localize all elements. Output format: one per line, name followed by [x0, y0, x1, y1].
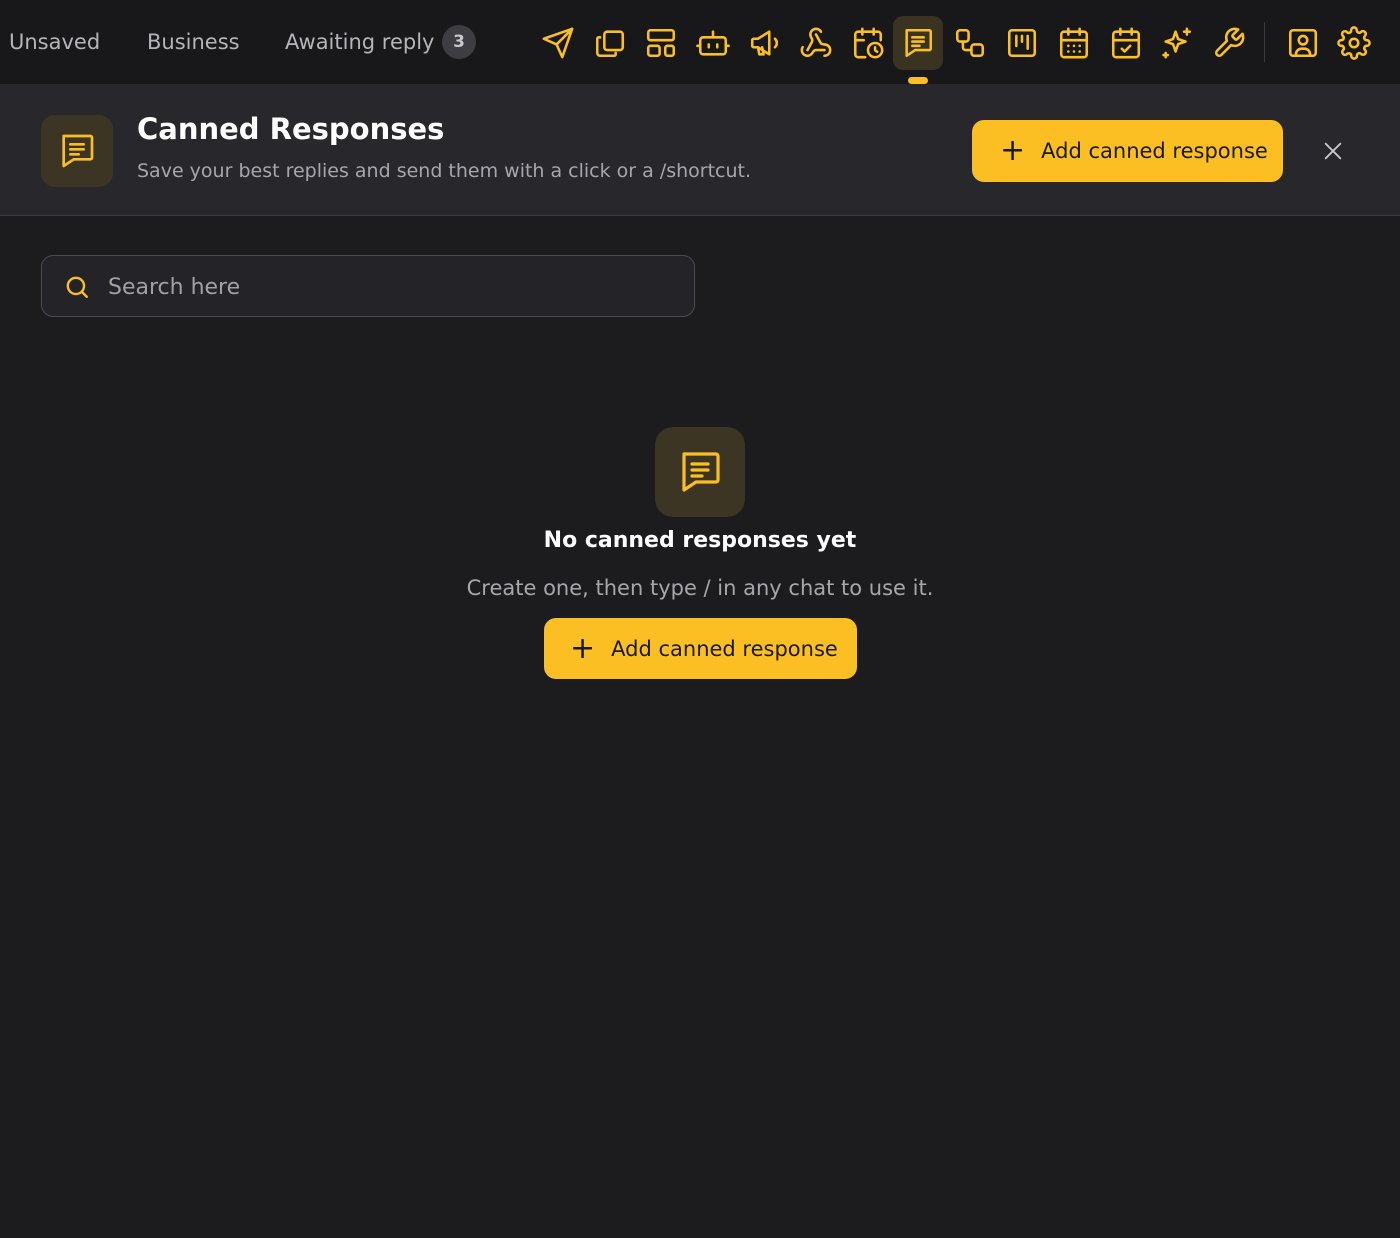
header-icon-tile — [41, 115, 113, 187]
active-tool-indicator — [908, 77, 928, 84]
copy-tool-button[interactable] — [585, 16, 635, 70]
plus-icon: + — [570, 630, 596, 666]
calendar-tool-button[interactable] — [1049, 16, 1099, 70]
contacts-tool-button[interactable] — [1278, 16, 1328, 70]
page-subtitle: Save your best replies and send them wit… — [137, 160, 752, 182]
message-square-text-icon — [905, 28, 933, 58]
ai-tool-button[interactable] — [1152, 16, 1202, 70]
broadcast-tool-button[interactable] — [740, 16, 790, 70]
kanban-icon — [1007, 28, 1037, 58]
close-button[interactable] — [1316, 134, 1350, 168]
empty-state-add-button[interactable]: + Add canned response — [544, 618, 857, 679]
copy-icon — [595, 30, 625, 58]
search-box — [41, 255, 695, 318]
empty-state-add-label: Add canned response — [611, 636, 838, 661]
tasks-tool-button[interactable] — [1101, 16, 1151, 70]
search-input[interactable] — [106, 256, 680, 318]
layout-icon — [646, 28, 676, 58]
send-tool-button[interactable] — [533, 16, 583, 70]
settings-tool-button[interactable] — [1329, 16, 1379, 70]
search-icon — [66, 276, 88, 298]
bot-tool-button[interactable] — [688, 16, 738, 70]
tools-tool-button[interactable] — [1204, 16, 1254, 70]
tab-unsaved[interactable]: Unsaved — [9, 28, 100, 56]
scheduled-tool-button[interactable] — [843, 16, 893, 70]
add-canned-response-label: Add canned response — [1041, 139, 1268, 163]
close-icon — [1324, 142, 1342, 160]
message-square-text-icon — [682, 452, 720, 492]
empty-state-icon-tile — [655, 427, 745, 517]
plus-icon: + — [1000, 133, 1026, 168]
tab-awaiting-reply[interactable]: Awaiting reply — [285, 28, 434, 56]
top-bar: Unsaved Business Awaiting reply 3 — [0, 0, 1400, 84]
calendar-grid-icon — [1059, 27, 1089, 59]
send-icon — [542, 27, 574, 59]
tab-business[interactable]: Business — [147, 28, 240, 56]
add-canned-response-button[interactable]: + Add canned response — [972, 120, 1283, 182]
awaiting-reply-count-badge: 3 — [442, 25, 476, 59]
toolbar-divider — [1264, 22, 1265, 62]
webhook-tool-button[interactable] — [791, 16, 841, 70]
page-title: Canned Responses — [137, 112, 445, 146]
layout-tool-button[interactable] — [636, 16, 686, 70]
workflow-icon — [955, 28, 985, 58]
empty-state-title: No canned responses yet — [543, 528, 857, 553]
wrench-icon — [1215, 27, 1245, 57]
calendar-clock-icon — [853, 27, 884, 59]
workflow-tool-button[interactable] — [945, 16, 995, 70]
webhook-icon — [800, 27, 832, 58]
message-square-text-icon — [62, 134, 94, 168]
megaphone-icon — [750, 30, 779, 56]
canned-responses-tool-button[interactable] — [893, 16, 943, 70]
settings-icon — [1337, 26, 1371, 60]
contact-icon — [1288, 28, 1318, 58]
empty-state-subtitle: Create one, then type / in any chat to u… — [466, 576, 934, 600]
calendar-check-icon — [1111, 27, 1141, 59]
panel-header: Canned Responses Save your best replies … — [0, 84, 1400, 216]
sparkles-icon — [1162, 27, 1192, 59]
bot-icon — [696, 30, 730, 56]
kanban-tool-button[interactable] — [997, 16, 1047, 70]
